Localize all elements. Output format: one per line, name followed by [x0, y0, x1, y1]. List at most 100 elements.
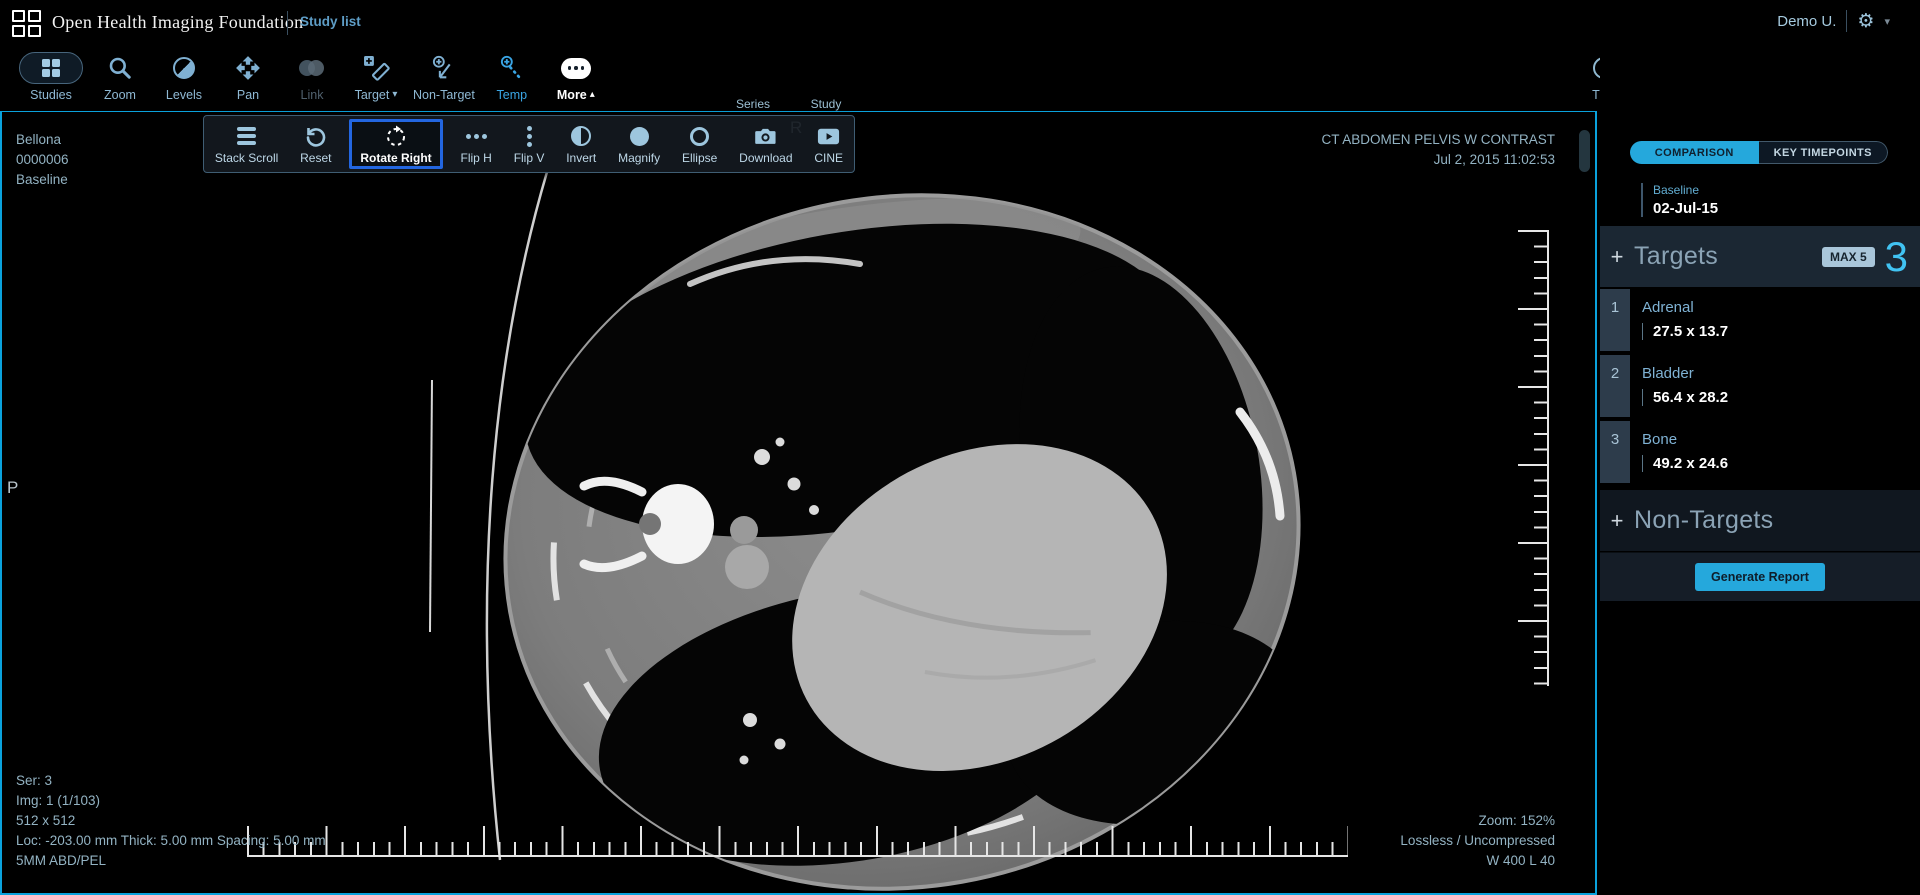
tool-cine[interactable]: CINE	[810, 116, 847, 172]
tool-flip-h[interactable]: Flip H	[457, 116, 496, 172]
user-divider	[1846, 10, 1847, 32]
image-scrollbar-thumb[interactable]	[1579, 130, 1590, 172]
tool-reset[interactable]: Reset	[296, 116, 335, 172]
toolbar-button-pan[interactable]: Pan	[216, 50, 280, 102]
patient-name: Bellona	[16, 130, 69, 150]
max-badge: MAX 5	[1822, 247, 1875, 267]
target-index: 1	[1600, 289, 1630, 351]
patient-timepoint: Baseline	[16, 170, 69, 190]
header-divider	[287, 11, 288, 35]
filled-circle-icon	[630, 123, 649, 149]
target-size: 27.5 x 13.7	[1642, 323, 1728, 340]
non-targets-title: Non-Targets	[1634, 506, 1920, 535]
target-row-adrenal[interactable]: 1 Adrenal 27.5 x 13.7	[1600, 289, 1920, 351]
add-target-icon[interactable]: +	[1600, 244, 1634, 270]
circle-outline-icon	[690, 123, 709, 149]
target-ruler-icon	[363, 50, 390, 86]
levels-half-circle-icon	[173, 50, 195, 86]
image-info-overlay: Ser: 3 Img: 1 (1/103) 512 x 512 Loc: -20…	[16, 771, 326, 871]
user-menu[interactable]: Demo U. ⚙ ▾	[1777, 10, 1890, 32]
camera-icon	[753, 123, 778, 149]
target-index: 2	[1600, 355, 1630, 417]
target-label: Adrenal	[1642, 299, 1728, 316]
target-label: Bone	[1642, 431, 1728, 448]
toolbar-button-link[interactable]: Link	[280, 50, 344, 102]
tool-invert[interactable]: Invert	[562, 116, 600, 172]
measurements-sidebar: COMPARISON KEY TIMEPOINTS Baseline 02-Ju…	[1600, 47, 1920, 895]
toolbar-button-target[interactable]: Target ▾	[344, 50, 408, 102]
tool-stack-scroll[interactable]: Stack Scroll	[211, 116, 282, 172]
toolbar-button-levels[interactable]: Levels	[152, 50, 216, 102]
tool-flip-v[interactable]: Flip V	[510, 116, 549, 172]
chevron-down-icon: ▾	[1884, 15, 1890, 28]
targets-header: + Targets MAX 5 3	[1600, 226, 1920, 287]
study-list-link[interactable]: Study list	[300, 14, 361, 29]
ct-viewport[interactable]: Bellona 0000006 Baseline CT ABDOMEN PELV…	[0, 111, 1597, 895]
image-dimensions: 512 x 512	[16, 811, 326, 831]
target-size: 49.2 x 24.6	[1642, 455, 1728, 472]
targets-title: Targets	[1634, 242, 1822, 271]
pan-arrows-icon	[235, 50, 261, 86]
target-index: 3	[1600, 421, 1630, 483]
patient-id: 0000006	[16, 150, 69, 170]
dots-vertical-icon	[527, 123, 532, 149]
target-row-bladder[interactable]: 2 Bladder 56.4 x 28.2	[1600, 355, 1920, 417]
toolbar-button-studies[interactable]: Studies	[14, 50, 88, 102]
slice-location: Loc: -203.00 mm Thick: 5.00 mm Spacing: …	[16, 831, 326, 851]
temp-dashed-arrow-icon	[498, 50, 525, 86]
toolbar-button-more[interactable]: More ▴	[544, 50, 608, 102]
tool-rotate-right[interactable]: Rotate Right	[349, 119, 442, 169]
tool-download[interactable]: Download	[735, 116, 796, 172]
rotate-right-icon	[384, 123, 408, 149]
orientation-marker-left: P	[7, 478, 18, 498]
non-target-arrow-icon	[430, 50, 457, 86]
generate-report-button[interactable]: Generate Report	[1695, 563, 1825, 591]
toolbar-button-zoom[interactable]: Zoom	[88, 50, 152, 102]
tab-comparison[interactable]: COMPARISON	[1630, 141, 1759, 164]
chevron-up-icon: ▴	[590, 89, 595, 100]
ohif-logo-icon[interactable]	[12, 10, 44, 38]
chevron-down-icon: ▾	[392, 89, 397, 100]
zoom-level: Zoom: 152%	[1400, 811, 1555, 831]
study-description: CT ABDOMEN PELVIS W CONTRAST	[1321, 130, 1555, 150]
window-level: W 400 L 40	[1400, 851, 1555, 871]
study-label: Study	[799, 97, 853, 111]
app-title: Open Health Imaging Foundation	[52, 12, 303, 33]
toolbar-left-group: Studies Zoom Levels Pan Link	[14, 50, 608, 102]
tool-ellipse[interactable]: Ellipse	[678, 116, 721, 172]
play-video-icon	[816, 123, 841, 149]
gear-icon[interactable]: ⚙	[1857, 12, 1874, 31]
target-size: 56.4 x 28.2	[1642, 389, 1728, 406]
target-row-bone[interactable]: 3 Bone 49.2 x 24.6	[1600, 421, 1920, 483]
report-section: Generate Report	[1600, 552, 1920, 601]
invert-half-circle-icon	[571, 123, 591, 149]
patient-info-overlay: Bellona 0000006 Baseline	[16, 130, 69, 190]
tool-magnify[interactable]: Magnify	[614, 116, 664, 172]
active-pill	[19, 52, 83, 84]
series-number: Ser: 3	[16, 771, 326, 791]
toolbar-button-non-target[interactable]: Non-Target	[408, 50, 480, 102]
series-label: Series	[735, 97, 771, 111]
display-info-overlay: Zoom: 152% Lossless / Uncompressed W 400…	[1400, 811, 1555, 871]
top-header: Open Health Imaging Foundation Study lis…	[0, 0, 1920, 47]
targets-list: 1 Adrenal 27.5 x 13.7 2 Bladder 56.4 x 2…	[1600, 289, 1920, 487]
magnifier-icon	[107, 50, 133, 86]
timepoint-date: 02-Jul-15	[1653, 200, 1718, 217]
dots-horizontal-icon	[466, 123, 487, 149]
vertical-ruler	[1516, 230, 1549, 686]
rotate-left-icon	[304, 123, 328, 149]
timepoint-block: Baseline 02-Jul-15	[1641, 183, 1718, 217]
study-datetime: Jul 2, 2015 11:02:53	[1321, 150, 1555, 170]
non-targets-header: + Non-Targets	[1600, 490, 1920, 551]
link-toggle-icon	[297, 50, 327, 86]
timepoint-label: Baseline	[1653, 183, 1718, 197]
add-non-target-icon[interactable]: +	[1600, 508, 1634, 534]
toolbar-button-temp[interactable]: Temp	[480, 50, 544, 102]
studies-grid-icon	[42, 59, 60, 77]
more-ellipsis-icon	[561, 50, 591, 86]
study-info-overlay: CT ABDOMEN PELVIS W CONTRAST Jul 2, 2015…	[1321, 130, 1555, 170]
target-label: Bladder	[1642, 365, 1728, 382]
user-name: Demo U.	[1777, 13, 1836, 30]
sidebar-tabs: COMPARISON KEY TIMEPOINTS	[1630, 141, 1888, 164]
tab-key-timepoints[interactable]: KEY TIMEPOINTS	[1759, 141, 1889, 164]
